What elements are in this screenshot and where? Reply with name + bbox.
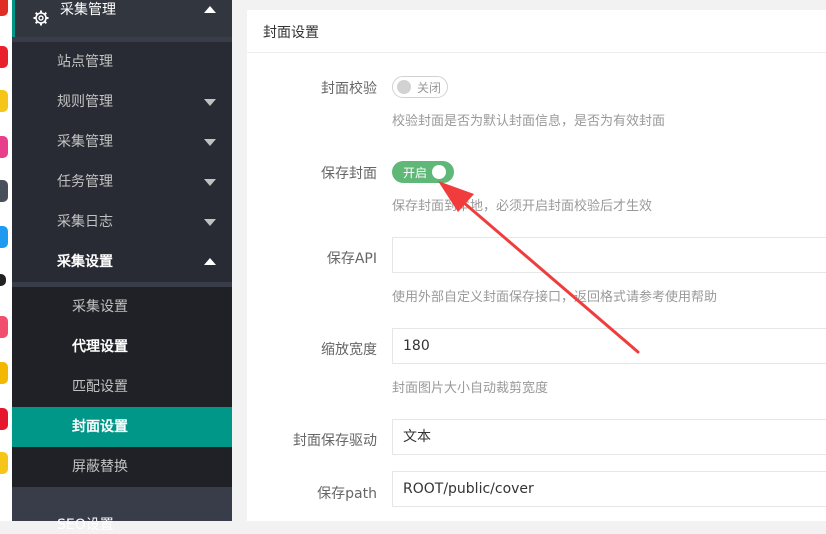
chevron-down-icon <box>204 179 216 186</box>
app-icon[interactable] <box>0 362 8 384</box>
switch-text: 开启 <box>403 166 428 180</box>
sidebar-subitem-label: 封面设置 <box>72 419 128 435</box>
sidebar-item-tasks[interactable]: 任务管理 <box>12 162 232 202</box>
chevron-up-icon <box>204 6 216 13</box>
sidebar-subitem-proxy[interactable]: 代理设置 <box>12 327 232 367</box>
switch-knob <box>432 165 446 179</box>
sidebar-subitem-collect-settings[interactable]: 采集设置 <box>12 287 232 327</box>
app-icon[interactable] <box>0 226 8 248</box>
panel-header: 封面设置 <box>247 10 826 53</box>
app-icon[interactable] <box>0 316 8 338</box>
sidebar-subitem-match[interactable]: 匹配设置 <box>12 367 232 407</box>
app-icon[interactable] <box>0 180 8 202</box>
chevron-down-icon <box>204 99 216 106</box>
sidebar-item-label: 采集日志 <box>57 214 113 230</box>
save-cover-hint: 保存封面到本地，必须开启封面校验后才生效 <box>392 199 653 214</box>
cover-check-switch[interactable]: 关闭 <box>392 76 448 98</box>
scale-width-input[interactable]: 180 <box>392 328 826 364</box>
sidebar-subitem-block-replace[interactable]: 屏蔽替换 <box>12 447 232 487</box>
app-icon[interactable] <box>0 274 6 286</box>
nav-section-label: SEO设置 <box>57 517 114 533</box>
save-path-label: 保存path <box>317 486 377 502</box>
sidebar-item-site[interactable]: 站点管理 <box>12 42 232 82</box>
sidebar-subitem-label: 匹配设置 <box>72 379 128 395</box>
save-driver-input[interactable]: 文本 <box>392 419 826 455</box>
save-api-input[interactable] <box>392 237 826 273</box>
save-cover-label: 保存封面 <box>321 166 377 182</box>
chevron-down-icon <box>204 139 216 146</box>
cover-settings-panel: 封面设置 封面校验 关闭 校验封面是否为默认封面信息，是否为有效封面 保存封面 … <box>247 10 826 521</box>
app-icon[interactable] <box>0 452 8 474</box>
scale-width-hint: 封面图片大小自动裁剪宽度 <box>392 381 549 396</box>
cover-check-hint: 校验封面是否为默认封面信息，是否为有效封面 <box>392 114 666 129</box>
save-cover-switch[interactable]: 开启 <box>392 161 454 183</box>
app-icon[interactable] <box>0 136 8 158</box>
chevron-down-icon <box>204 219 216 226</box>
app-icon[interactable] <box>0 46 8 68</box>
app-icon-strip <box>0 0 12 521</box>
sidebar-item-label: 采集管理 <box>57 134 113 150</box>
sidebar-item-label: 站点管理 <box>57 54 113 70</box>
save-path-input[interactable]: ROOT/public/cover <box>392 471 826 507</box>
app-icon[interactable] <box>0 408 8 430</box>
gear-icon <box>33 10 49 26</box>
sidebar-item-label: 规则管理 <box>57 94 113 110</box>
scale-width-label: 缩放宽度 <box>321 342 377 358</box>
nav-section-label: 采集管理 <box>60 2 116 18</box>
sidebar-subitem-label: 采集设置 <box>72 299 128 315</box>
save-api-hint: 使用外部自定义封面保存接口，返回格式请参考使用帮助 <box>392 290 718 305</box>
switch-text: 关闭 <box>417 81 442 95</box>
panel-title: 封面设置 <box>263 25 319 41</box>
app-icon[interactable] <box>0 90 8 112</box>
nav-section-collect[interactable]: 采集管理 <box>12 0 232 37</box>
switch-knob <box>397 80 411 94</box>
sidebar-subitem-label: 代理设置 <box>72 339 128 355</box>
sidebar-item-logs[interactable]: 采集日志 <box>12 202 232 242</box>
sidebar-subitem-cover[interactable]: 封面设置 <box>12 407 232 447</box>
save-api-label: 保存API <box>326 251 377 267</box>
nav-section-seo[interactable]: SEO设置 <box>12 500 232 533</box>
sidebar: 采集管理 站点管理 规则管理 采集管理 任务管理 采集日志 采集设置 采集设置 … <box>12 0 232 533</box>
sidebar-item-collect[interactable]: 采集管理 <box>12 122 232 162</box>
sidebar-subitem-label: 屏蔽替换 <box>72 459 128 475</box>
save-driver-label: 封面保存驱动 <box>293 433 377 449</box>
sidebar-item-label: 任务管理 <box>57 174 113 190</box>
chevron-up-icon <box>204 258 216 265</box>
sidebar-item-label: 采集设置 <box>57 254 113 270</box>
cover-check-label: 封面校验 <box>321 81 377 97</box>
sidebar-item-settings[interactable]: 采集设置 <box>12 242 232 282</box>
app-icon[interactable] <box>0 0 8 16</box>
sidebar-item-rules[interactable]: 规则管理 <box>12 82 232 122</box>
